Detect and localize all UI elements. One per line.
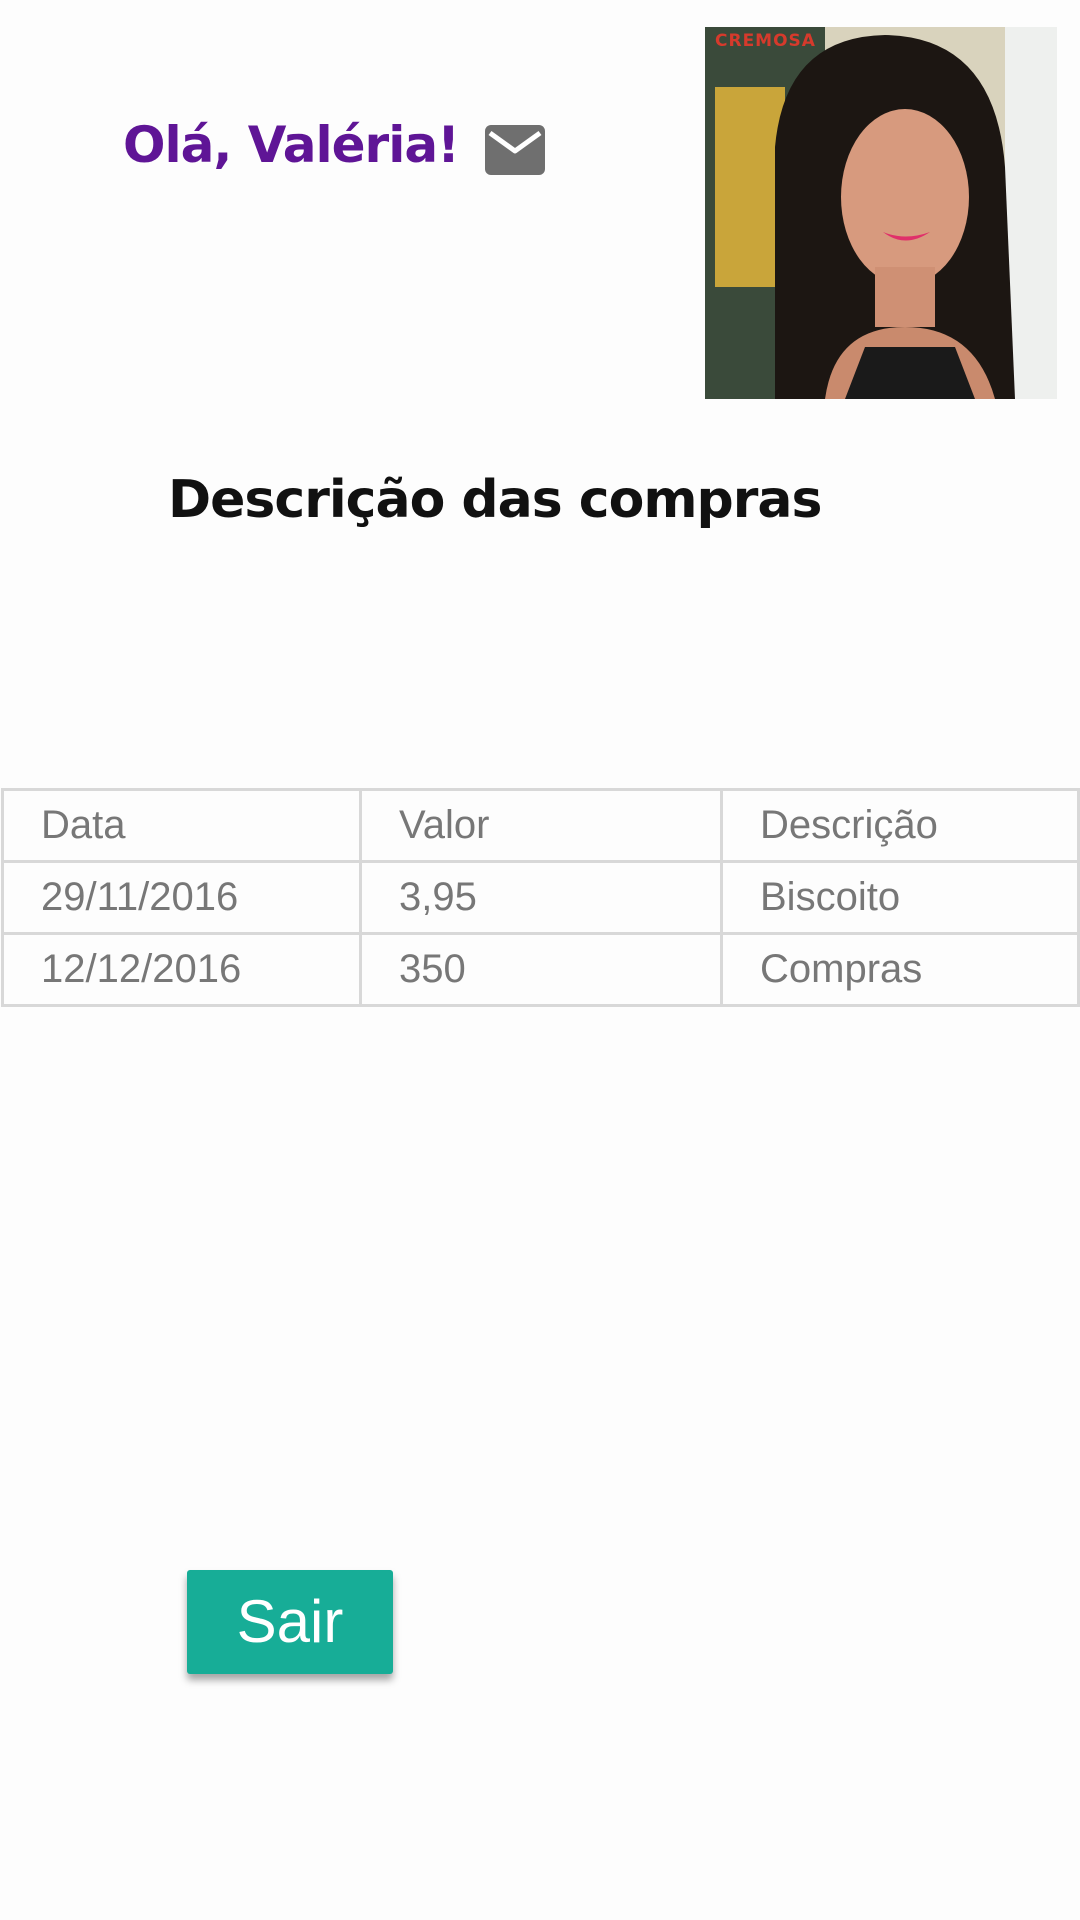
mail-button[interactable] bbox=[484, 124, 546, 176]
table-row: 12/12/2016 350 Compras bbox=[1, 932, 1080, 1007]
mail-icon bbox=[485, 125, 545, 175]
column-header-description: Descrição bbox=[720, 788, 1080, 863]
cell-value: 350 bbox=[359, 932, 723, 1007]
cell-date: 12/12/2016 bbox=[1, 932, 362, 1007]
table-row: 29/11/2016 3,95 Biscoito bbox=[1, 860, 1080, 935]
purchases-table: Data Valor Descrição 29/11/2016 3,95 Bis… bbox=[1, 788, 1080, 1007]
exit-button[interactable]: Sair bbox=[187, 1570, 393, 1674]
section-title: Descrição das compras bbox=[168, 470, 822, 530]
profile-photo: CREMOSA bbox=[705, 27, 1057, 399]
table-header-row: Data Valor Descrição bbox=[1, 788, 1080, 863]
cell-date: 29/11/2016 bbox=[1, 860, 362, 935]
photo-caption: CREMOSA bbox=[715, 31, 816, 51]
cell-description: Compras bbox=[720, 932, 1080, 1007]
column-header-date: Data bbox=[1, 788, 362, 863]
cell-description: Biscoito bbox=[720, 860, 1080, 935]
cell-value: 3,95 bbox=[359, 860, 723, 935]
greeting-text: Olá, Valéria! bbox=[123, 116, 460, 174]
column-header-value: Valor bbox=[359, 788, 723, 863]
